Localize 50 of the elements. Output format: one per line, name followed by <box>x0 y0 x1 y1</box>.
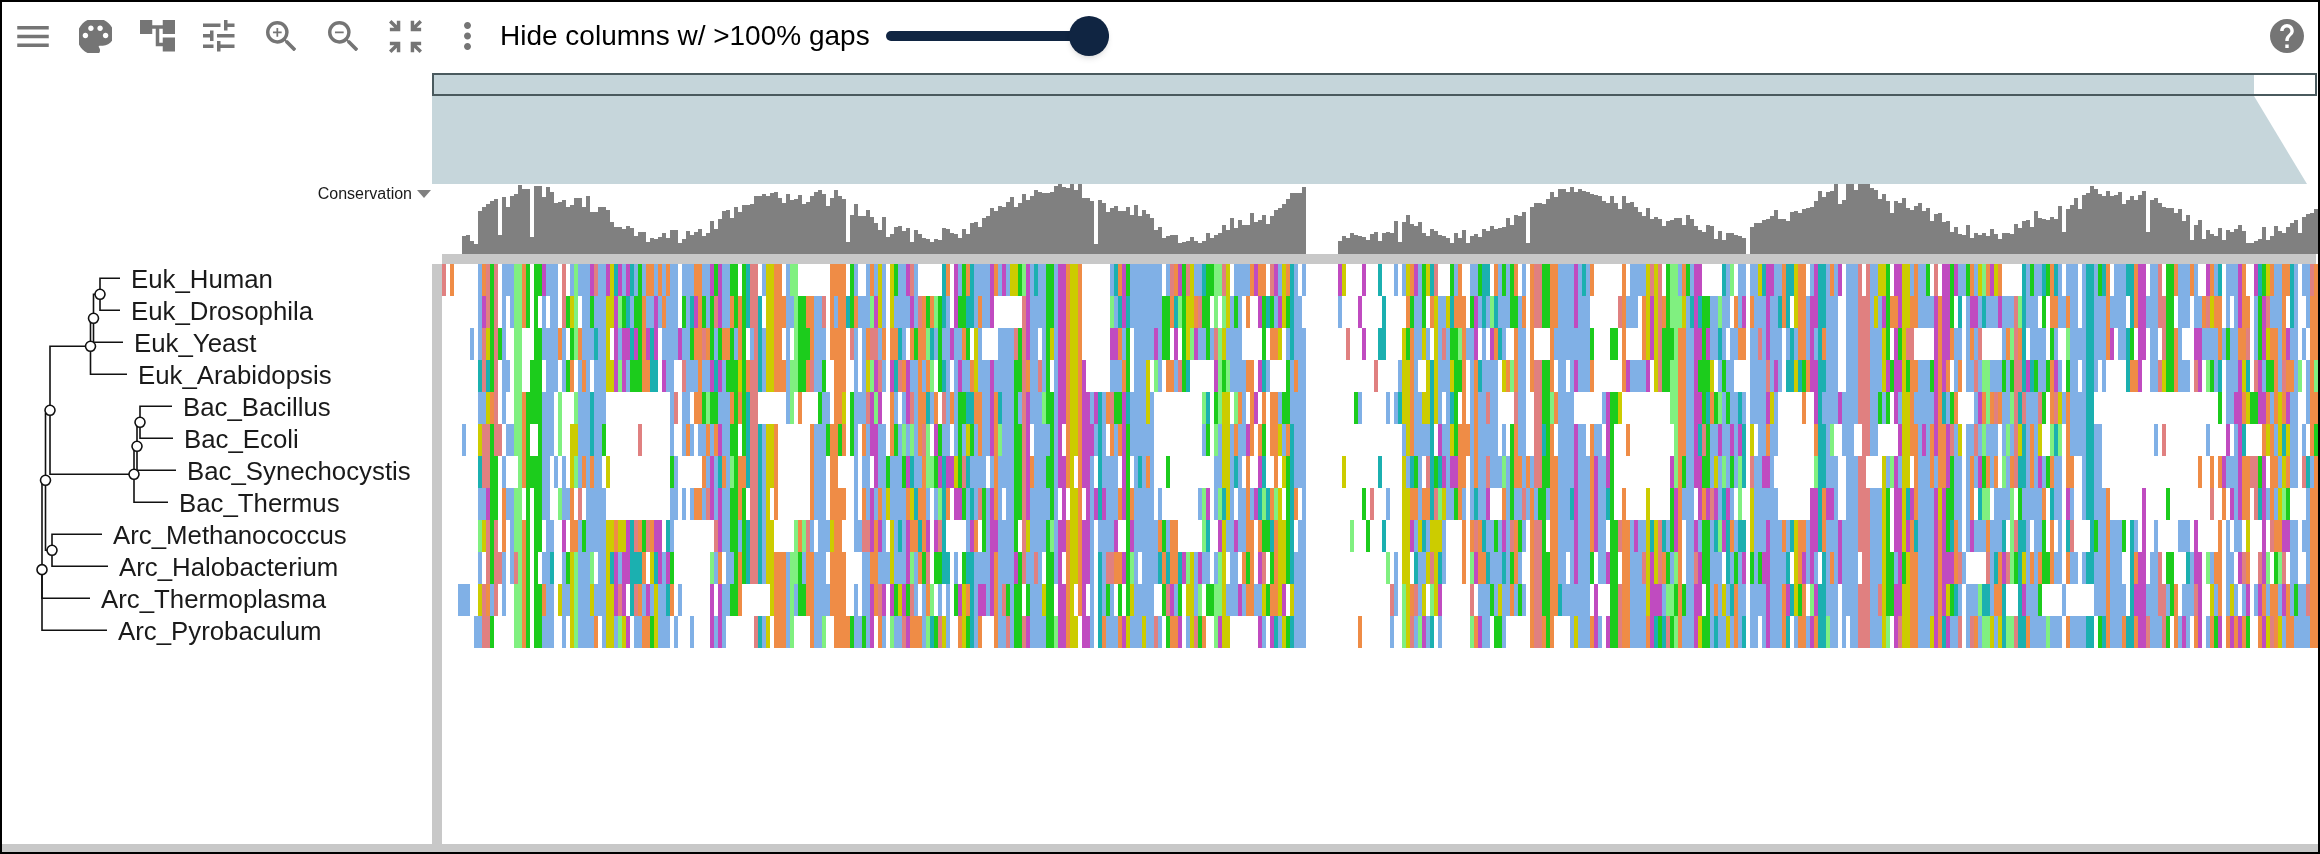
inward-arrows-icon[interactable] <box>388 19 422 53</box>
leaf-label: Arc_Thermoplasma <box>101 584 327 613</box>
leaf-label: Arc_Methanococcus <box>113 520 347 549</box>
slider-thumb[interactable] <box>1068 16 1109 56</box>
gap-slider[interactable] <box>885 16 1109 56</box>
top-scrollbar[interactable] <box>442 254 2316 264</box>
leaf-label: Euk_Arabidopsis <box>138 360 332 389</box>
tree-branch <box>92 293 96 315</box>
track-label: Conservation <box>317 184 412 204</box>
tree-icon[interactable] <box>139 20 175 52</box>
node-icon[interactable] <box>39 474 52 487</box>
tree-branch <box>51 554 109 568</box>
zoom-out-icon[interactable] <box>327 20 359 52</box>
node-icon[interactable] <box>134 416 146 429</box>
tree-branch <box>44 411 47 477</box>
zoom-in-icon[interactable] <box>265 20 297 52</box>
node-icon[interactable] <box>94 288 106 301</box>
help-icon[interactable] <box>2270 19 2304 53</box>
tree-branch <box>99 298 121 312</box>
palette-icon[interactable] <box>78 19 112 53</box>
leaf-label: Arc_Halobacterium <box>119 552 339 581</box>
leaf-label: Bac_Thermus <box>179 488 340 517</box>
node-icon[interactable] <box>131 440 143 453</box>
gap-filter-label: Hide columns w/ >100% gaps <box>500 19 870 53</box>
vertical-scrollbar[interactable] <box>432 264 442 844</box>
tree-branch <box>89 350 128 376</box>
node-icon[interactable] <box>44 404 56 417</box>
node-icon[interactable] <box>36 563 48 576</box>
caret-down-icon[interactable] <box>417 190 431 198</box>
tree-branch <box>49 345 87 407</box>
node-icon[interactable] <box>87 312 100 325</box>
node-icon[interactable] <box>84 340 97 353</box>
tree-branch <box>51 533 103 547</box>
tree-branch <box>139 405 173 419</box>
tree-branch <box>99 277 121 291</box>
leaf-label: Bac_Synechocystis <box>187 456 411 485</box>
node-icon[interactable] <box>128 468 140 481</box>
sliders-icon[interactable] <box>203 20 235 52</box>
node-icon[interactable] <box>46 544 58 557</box>
leaf-label: Bac_Bacillus <box>183 392 331 421</box>
more-vertical-icon[interactable] <box>463 22 471 50</box>
leaf-label: Euk_Yeast <box>134 328 257 357</box>
bottom-scrollbar[interactable] <box>2 844 2318 852</box>
leaf-label: Arc_Pyrobaculum <box>118 616 322 645</box>
alignment-overview[interactable] <box>432 73 2317 96</box>
leaf-label: Euk_Drosophila <box>131 296 314 325</box>
leaf-label: Euk_Human <box>131 264 273 293</box>
menu-icon[interactable] <box>17 25 49 47</box>
leaf-label: Bac_Ecoli <box>184 424 299 453</box>
tree-branch <box>133 478 169 504</box>
